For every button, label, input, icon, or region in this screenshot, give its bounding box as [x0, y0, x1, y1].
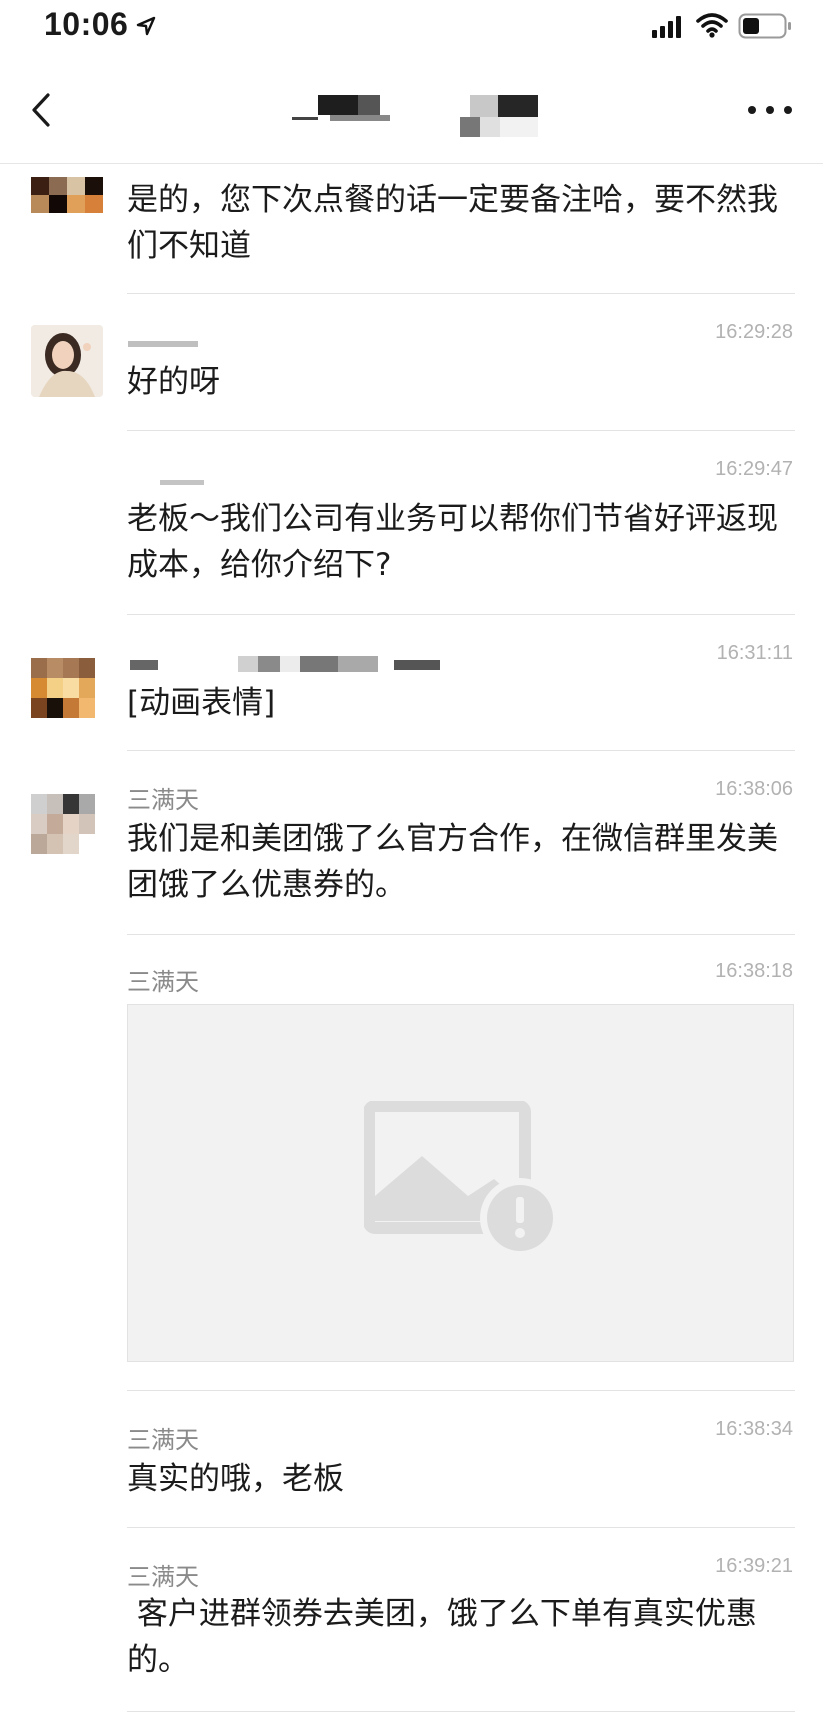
message-item: 16:29:47 老板～我们公司有业务可以帮你们节省好评返现成本，给你介绍下? — [0, 430, 823, 615]
navigation-bar — [0, 55, 823, 164]
divider — [127, 1711, 795, 1712]
sender-name: 三满天 — [127, 1563, 199, 1591]
avatar[interactable] — [31, 325, 103, 397]
message-item: 16:29:28 好的呀 — [0, 293, 823, 431]
status-bar: 10:06 — [0, 0, 823, 55]
image-message[interactable] — [127, 1004, 794, 1362]
avatar-photo-icon — [31, 325, 103, 397]
message-text: [动画表情] — [127, 685, 276, 721]
message-time: 16:31:11 — [716, 642, 793, 664]
message-item: 是的，您下次点餐的话一定要备注哈，要不然我们不知道 — [0, 163, 823, 294]
battery-icon — [738, 13, 791, 39]
message-text: 老板～我们公司有业务可以帮你们节省好评返现成本，给你介绍下? — [127, 501, 778, 583]
avatar[interactable] — [31, 177, 103, 213]
message-text: 真实的哦，老板 — [127, 1461, 344, 1497]
location-arrow-icon — [136, 16, 156, 36]
message-item: 16:31:11 [动画表情] — [0, 614, 823, 751]
message-text: 我们是和美团饿了么官方合作，在微信群里发美团饿了么优惠券的。 — [127, 821, 778, 903]
message-time: 16:38:18 — [715, 960, 793, 982]
sender-name: 三满天 — [127, 1426, 199, 1454]
avatar[interactable] — [31, 794, 95, 854]
status-time: 10:06 — [44, 6, 129, 42]
wifi-icon — [696, 13, 728, 38]
message-time: 16:29:47 — [715, 458, 793, 480]
cellular-signal-icon — [652, 16, 681, 38]
message-time: 16:39:21 — [715, 1555, 793, 1577]
message-text: 是的，您下次点餐的话一定要备注哈，要不然我们不知道 — [127, 182, 778, 264]
message-text: 好的呀 — [127, 364, 220, 400]
image-failed-icon — [364, 1101, 560, 1258]
message-item: 三满天 16:38:34 真实的哦，老板 — [0, 1390, 823, 1528]
sender-name: 三满天 — [127, 786, 199, 814]
message-time: 16:38:34 — [715, 1418, 793, 1440]
more-options-icon[interactable] — [743, 95, 797, 125]
message-item: 三满天 16:38:06 我们是和美团饿了么官方合作，在微信群里发美团饿了么优惠… — [0, 750, 823, 935]
message-time: 16:38:06 — [715, 778, 793, 800]
back-button[interactable] — [22, 85, 62, 135]
message-text: 客户进群领券去美团，饿了么下单有真实优惠的。 — [127, 1596, 757, 1678]
avatar[interactable] — [31, 658, 95, 718]
message-item: 三满天 16:39:21 客户进群领券去美团，饿了么下单有真实优惠的。 — [0, 1527, 823, 1717]
sender-name: 三满天 — [127, 968, 199, 996]
message-item: 三满天 16:38:18 — [0, 934, 823, 1391]
message-time: 16:29:28 — [715, 321, 793, 343]
